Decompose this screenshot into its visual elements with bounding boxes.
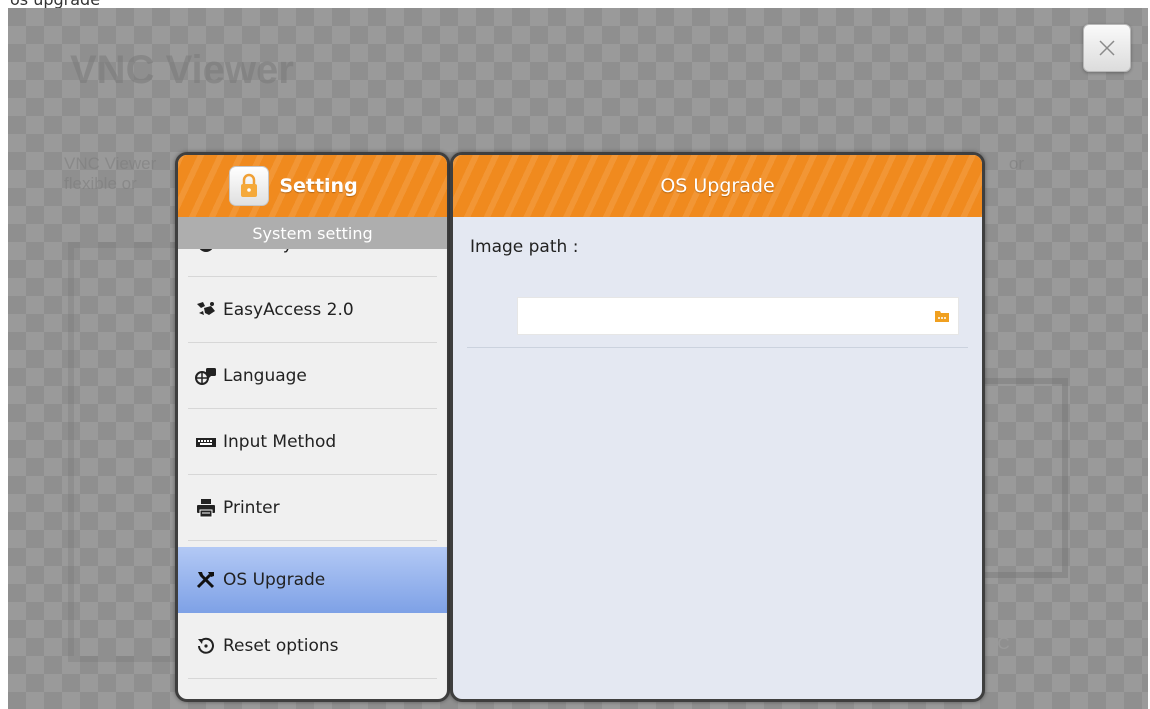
background-app-title: VNC Viewer (70, 48, 294, 92)
menu-item-label: Input Method (223, 432, 337, 452)
keyboard-icon (195, 431, 217, 453)
os-upgrade-header: OS Upgrade (453, 155, 982, 217)
close-button[interactable] (1083, 24, 1131, 72)
easyaccess-icon (195, 299, 217, 321)
menu-item-label: EasyAccess 2.0 (223, 300, 354, 320)
menu-item-label: Reset options (223, 636, 339, 656)
system-setting-subheader: System setting (178, 217, 447, 249)
tools-icon (195, 569, 217, 591)
window-title-fragment: os upgrade (10, 0, 100, 8)
menu-item-os-upgrade[interactable]: OS Upgrade (178, 547, 447, 613)
settings-menu-panel: Security EasyAccess 2.0 (175, 152, 450, 702)
top-strip: os upgrade (0, 0, 1150, 8)
image-path-field[interactable] (517, 297, 959, 335)
os-upgrade-panel: OS Upgrade Image path : (450, 152, 985, 702)
menu-item-input-method[interactable]: Input Method (178, 409, 447, 475)
image-path-input[interactable] (518, 298, 958, 334)
settings-title: Setting (279, 175, 358, 197)
menu-item-language[interactable]: Language (178, 343, 447, 409)
reset-icon (195, 635, 217, 657)
settings-menu-list: Security EasyAccess 2.0 (178, 211, 447, 699)
menu-item-easyaccess[interactable]: EasyAccess 2.0 (178, 277, 447, 343)
folder-icon[interactable] (934, 309, 950, 323)
menu-item-printer[interactable]: Printer (178, 475, 447, 541)
close-icon (1099, 40, 1115, 56)
lock-icon (229, 166, 270, 206)
divider (467, 347, 968, 348)
os-upgrade-title: OS Upgrade (660, 175, 775, 197)
menu-item-label: Printer (223, 498, 280, 518)
menu-item-label: OS Upgrade (223, 570, 326, 590)
printer-icon (195, 497, 217, 519)
background-pc-label: PC (986, 634, 1010, 653)
language-icon (195, 365, 217, 387)
settings-header: Setting (178, 155, 447, 217)
image-path-label: Image path : (470, 237, 579, 257)
background-frame-left (68, 242, 188, 662)
menu-item-label: Language (223, 366, 307, 386)
background-desc-right: or (1008, 154, 1024, 173)
menu-item-reset-options[interactable]: Reset options (178, 613, 447, 679)
